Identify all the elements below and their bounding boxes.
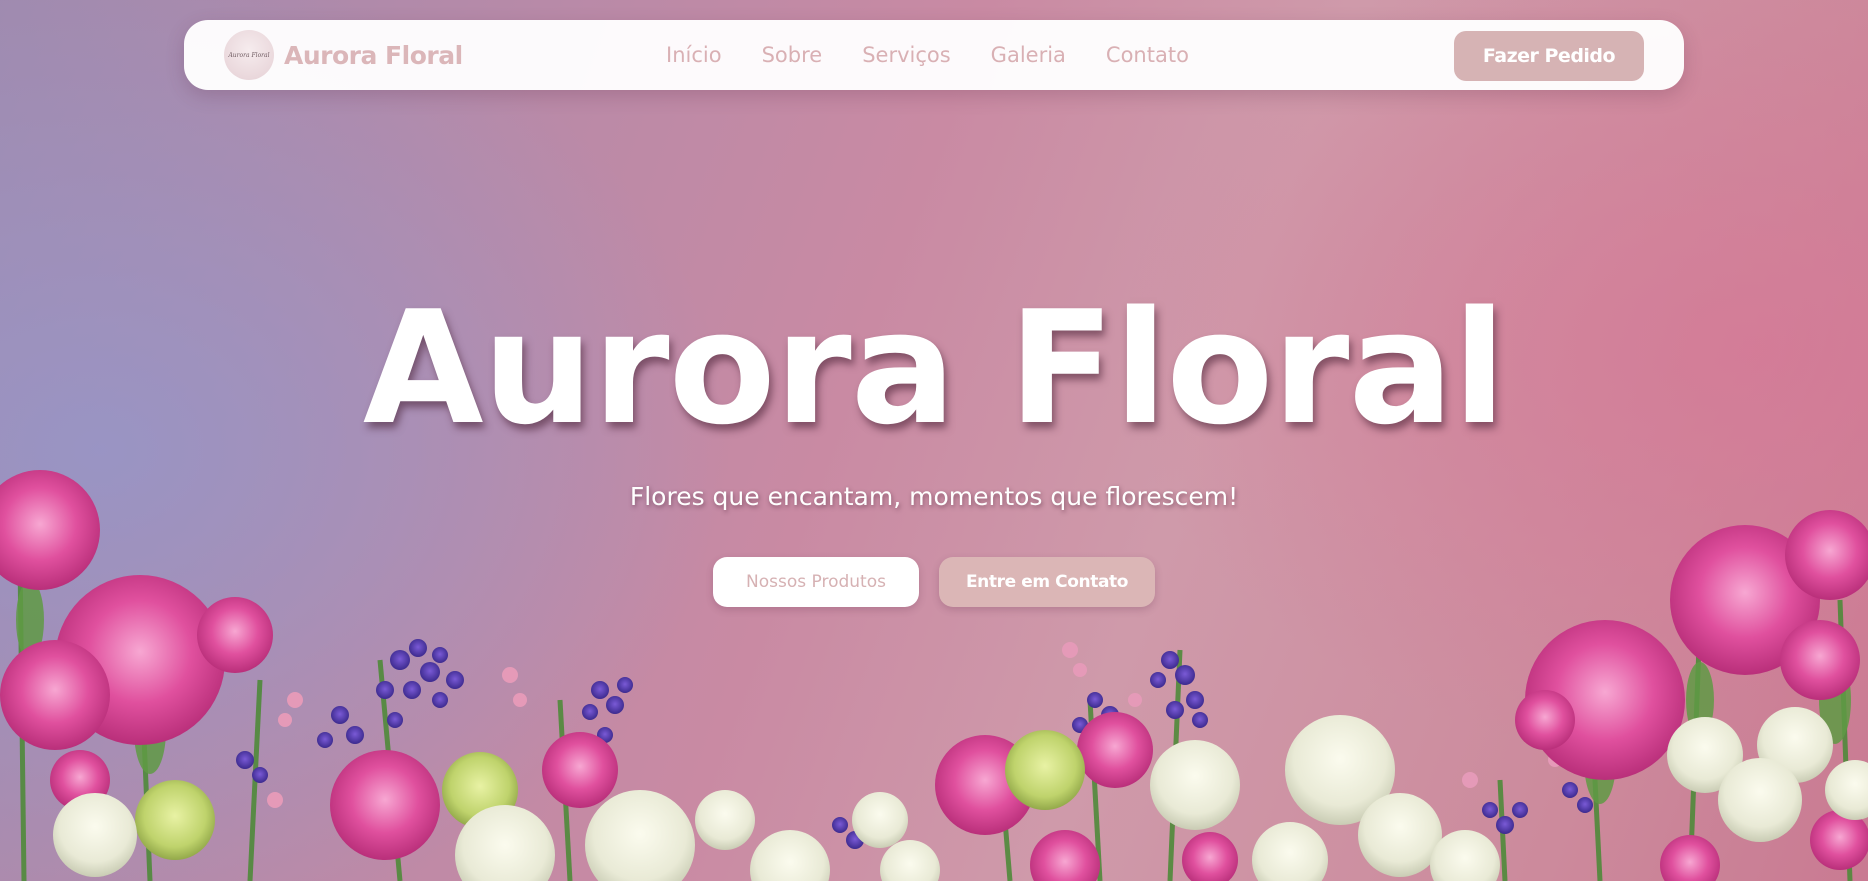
brand-logo: Aurora Floral (224, 30, 274, 80)
contact-button[interactable]: Entre em Contato (939, 557, 1155, 607)
nav-link-contato[interactable]: Contato (1106, 43, 1189, 67)
order-button[interactable]: Fazer Pedido (1454, 31, 1644, 81)
brand-name: Aurora Floral (284, 40, 463, 70)
navbar: Aurora Floral Aurora Floral Início Sobre… (184, 20, 1684, 90)
brand-logo-text: Aurora Floral (228, 51, 270, 59)
nav-link-inicio[interactable]: Início (666, 43, 722, 67)
products-button[interactable]: Nossos Produtos (713, 557, 919, 607)
brand[interactable]: Aurora Floral Aurora Floral (224, 30, 463, 80)
hero-title: Aurora Floral (362, 277, 1506, 459)
hero-subtitle: Flores que encantam, momentos que flores… (629, 482, 1239, 511)
nav-link-sobre[interactable]: Sobre (762, 43, 823, 67)
nav-link-servicos[interactable]: Serviços (862, 43, 950, 67)
hero-section: Aurora Floral Aurora Floral Início Sobre… (0, 0, 1868, 881)
nav-links: Início Sobre Serviços Galeria Contato (666, 20, 1189, 90)
nav-link-galeria[interactable]: Galeria (991, 43, 1066, 67)
